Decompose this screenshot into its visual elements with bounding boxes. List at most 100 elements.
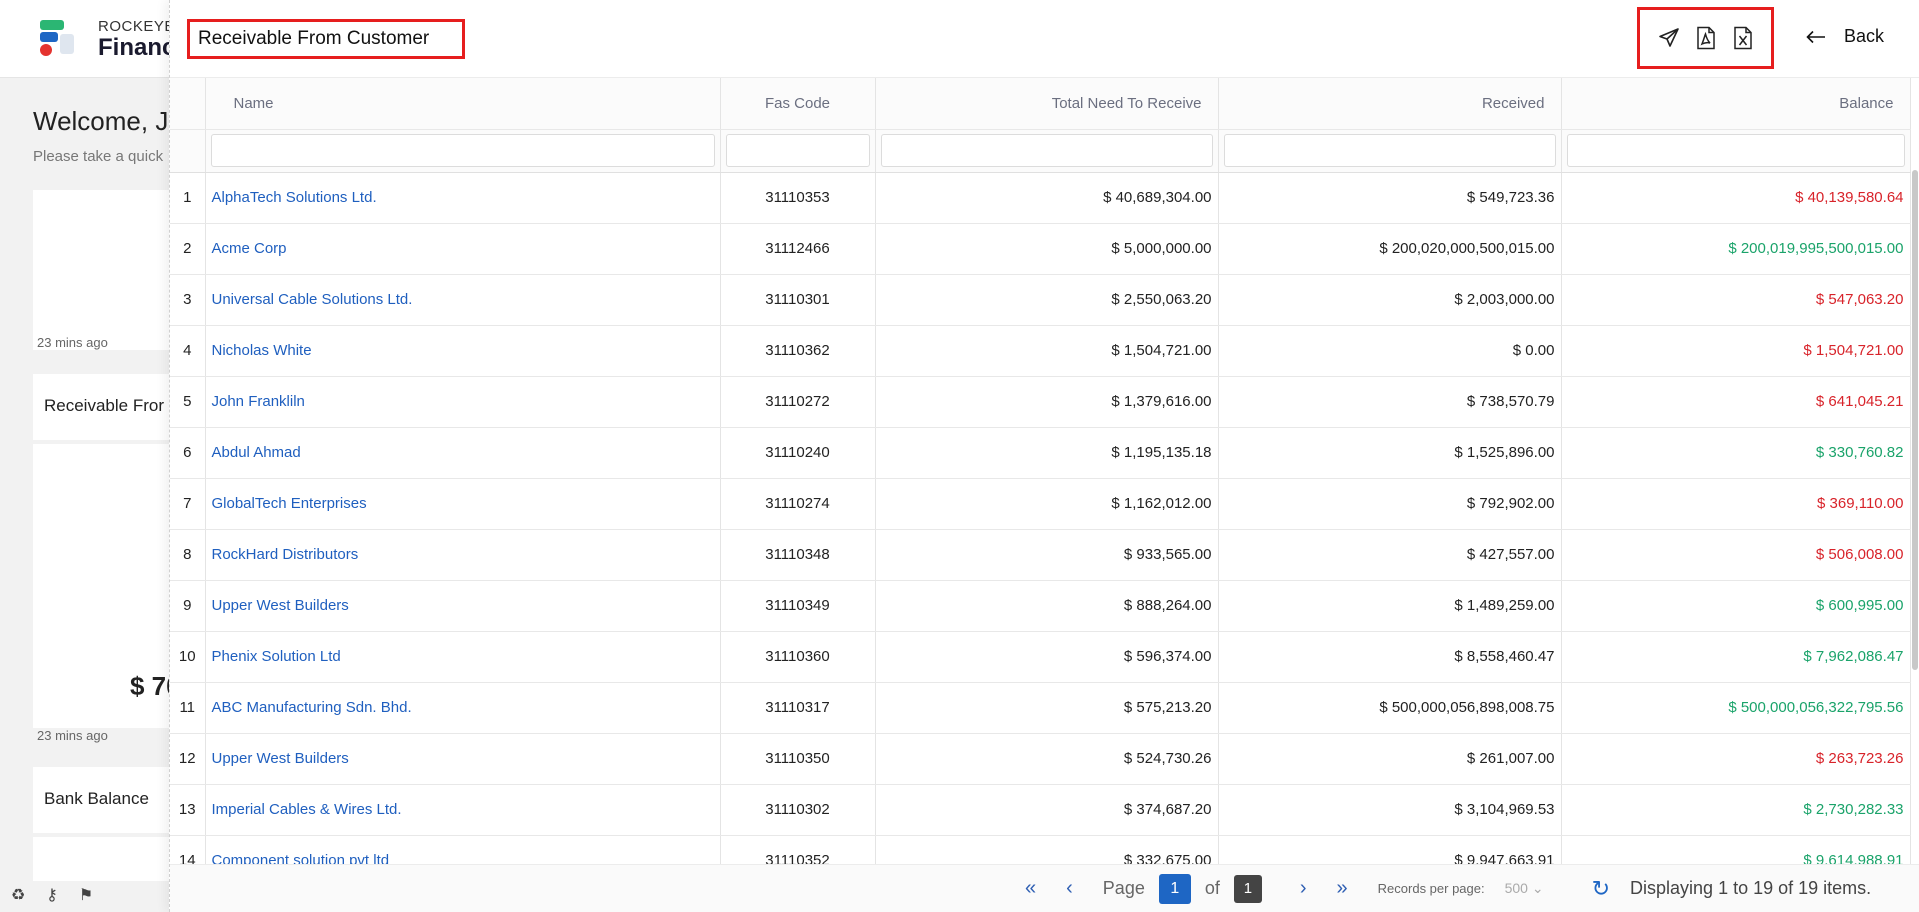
customer-name-link[interactable]: Component solution pvt ltd [212, 852, 390, 864]
filter-received-cell [1218, 129, 1562, 173]
name-cell: Imperial Cables & Wires Ltd. [205, 784, 721, 836]
customer-name-link[interactable]: Imperial Cables & Wires Ltd. [212, 801, 402, 818]
total-need-to-receive-cell: $ 1,162,012.00 [875, 478, 1219, 530]
received-cell: $ 261,007.00 [1218, 733, 1562, 785]
current-page[interactable]: 1 [1158, 873, 1191, 904]
table-scrollbar[interactable] [1912, 170, 1918, 670]
name-cell: Upper West Builders [205, 580, 721, 632]
total-need-to-receive-cell: $ 1,504,721.00 [875, 325, 1219, 377]
customer-name-link[interactable]: Phenix Solution Ltd [212, 648, 341, 665]
name-cell: RockHard Distributors [205, 529, 721, 581]
customer-name-link[interactable]: Upper West Builders [212, 597, 349, 614]
back-button[interactable]: Back [1806, 26, 1884, 47]
total-need-to-receive-cell: $ 1,195,135.18 [875, 427, 1219, 479]
filter-received-input[interactable] [1223, 134, 1556, 167]
pagination-bar: « ‹ Page 1 of 1 › » Records per page: 50… [170, 864, 1919, 912]
fas-code-cell: 31110360 [720, 631, 876, 683]
chevron-right-icon[interactable]: › [1300, 877, 1307, 900]
table-row[interactable]: 1 AlphaTech Solutions Ltd. 31110353 $ 40,68… [170, 172, 1911, 224]
row-index: 7 [170, 478, 206, 530]
customer-name-link[interactable]: Upper West Builders [212, 750, 349, 767]
row-index: 10 [170, 631, 206, 683]
table-row[interactable]: 14 Component solution pvt ltd 31110352 $ 33… [170, 835, 1911, 864]
refresh-icon[interactable]: ↻ [1592, 876, 1610, 902]
total-need-to-receive-cell: $ 524,730.26 [875, 733, 1219, 785]
table-row[interactable]: 10 Phenix Solution Ltd 31110360 $ 596,374.0… [170, 631, 1911, 683]
receivable-table: Name Fas Code Total Need To Receive Rece… [170, 78, 1911, 864]
recycle-icon[interactable]: ♻ [8, 885, 28, 905]
header-received[interactable]: Received [1218, 78, 1562, 130]
header-fas-code[interactable]: Fas Code [720, 78, 876, 130]
customer-name-link[interactable]: Universal Cable Solutions Ltd. [212, 291, 413, 308]
table-row[interactable]: 3 Universal Cable Solutions Ltd. 31110301 $… [170, 274, 1911, 326]
chevrons-left-icon[interactable]: « [1025, 877, 1036, 900]
excel-icon[interactable] [1729, 24, 1757, 52]
name-cell: GlobalTech Enterprises [205, 478, 721, 530]
name-cell: AlphaTech Solutions Ltd. [205, 172, 721, 224]
table-row[interactable]: 4 Nicholas White 31110362 $ 1,504,721.00 $ 0… [170, 325, 1911, 377]
chevron-left-icon[interactable]: ‹ [1066, 877, 1073, 900]
table-row[interactable]: 11 ABC Manufacturing Sdn. Bhd. 31110317 $ 5… [170, 682, 1911, 734]
row-index: 9 [170, 580, 206, 632]
table-row[interactable]: 2 Acme Corp 31112466 $ 5,000,000.00 $ 200,02… [170, 223, 1911, 275]
header-name[interactable]: Name [205, 78, 721, 130]
fas-code-cell: 31110274 [720, 478, 876, 530]
table-row[interactable]: 9 Upper West Builders 31110349 $ 888,264.00… [170, 580, 1911, 632]
row-index: 12 [170, 733, 206, 785]
received-cell: $ 738,570.79 [1218, 376, 1562, 428]
customer-name-link[interactable]: AlphaTech Solutions Ltd. [212, 189, 377, 206]
welcome-heading: Welcome, Jo [33, 106, 183, 136]
records-per-page-label: Records per page: [1377, 881, 1485, 896]
send-icon[interactable] [1655, 24, 1683, 52]
filter-total-cell [875, 129, 1219, 173]
total-need-to-receive-cell: $ 575,213.20 [875, 682, 1219, 734]
key-icon[interactable]: ⚷ [42, 885, 62, 905]
header-total-need-to-receive[interactable]: Total Need To Receive [875, 78, 1219, 130]
page-label: Page [1102, 878, 1145, 898]
customer-name-link[interactable]: RockHard Distributors [212, 546, 359, 563]
customer-name-link[interactable]: Nicholas White [212, 342, 312, 359]
bookmark-icon[interactable]: ⚑ [76, 885, 96, 905]
filter-fas-code-input[interactable] [725, 134, 870, 167]
receivable-table-container[interactable]: Name Fas Code Total Need To Receive Rece… [170, 78, 1919, 864]
back-label: Back [1844, 26, 1885, 46]
fas-code-cell: 31110317 [720, 682, 876, 734]
received-cell: $ 427,557.00 [1218, 529, 1562, 581]
customer-name-link[interactable]: GlobalTech Enterprises [212, 495, 367, 512]
balance-cell: $ 263,723.26 [1561, 733, 1911, 785]
export-actions [1637, 7, 1774, 69]
fas-code-cell: 31112466 [720, 223, 876, 275]
filter-fas-cell [720, 129, 876, 173]
table-row[interactable]: 12 Upper West Builders 31110350 $ 524,730.2… [170, 733, 1911, 785]
row-index: 8 [170, 529, 206, 581]
records-per-page-select[interactable]: 500 ⌄ [1505, 880, 1544, 897]
total-need-to-receive-cell: $ 888,264.00 [875, 580, 1219, 632]
total-need-to-receive-cell: $ 5,000,000.00 [875, 223, 1219, 275]
fas-code-cell: 31110302 [720, 784, 876, 836]
total-need-to-receive-cell: $ 1,379,616.00 [875, 376, 1219, 428]
filter-name-input[interactable] [210, 134, 715, 167]
filter-total-input[interactable] [880, 134, 1213, 167]
table-row[interactable]: 6 Abdul Ahmad 31110240 $ 1,195,135.18 $ 1,52… [170, 427, 1911, 479]
total-pages: 1 [1233, 874, 1262, 903]
table-row[interactable]: 8 RockHard Distributors 31110348 $ 933,565.… [170, 529, 1911, 581]
table-row[interactable]: 7 GlobalTech Enterprises 31110274 $ 1,162,0… [170, 478, 1911, 530]
customer-name-link[interactable]: Abdul Ahmad [212, 444, 301, 461]
customer-name-link[interactable]: Acme Corp [212, 240, 287, 257]
app-logo [38, 18, 76, 58]
header-balance[interactable]: Balance [1561, 78, 1911, 130]
balance-cell: $ 40,139,580.64 [1561, 172, 1911, 224]
table-row[interactable]: 5 John Frankliln 31110272 $ 1,379,616.00 $ 7… [170, 376, 1911, 428]
balance-cell: $ 330,760.82 [1561, 427, 1911, 479]
card-title-bank-balance: Bank Balance [44, 789, 149, 808]
pdf-icon[interactable] [1692, 24, 1720, 52]
customer-name-link[interactable]: ABC Manufacturing Sdn. Bhd. [212, 699, 412, 716]
fas-code-cell: 31110301 [720, 274, 876, 326]
chevrons-right-icon[interactable]: » [1337, 877, 1348, 900]
customer-name-link[interactable]: John Frankliln [212, 393, 305, 410]
table-row[interactable]: 13 Imperial Cables & Wires Ltd. 31110302 $ … [170, 784, 1911, 836]
name-cell: Acme Corp [205, 223, 721, 275]
filter-balance-input[interactable] [1566, 134, 1905, 167]
balance-cell: $ 547,063.20 [1561, 274, 1911, 326]
fas-code-cell: 31110349 [720, 580, 876, 632]
